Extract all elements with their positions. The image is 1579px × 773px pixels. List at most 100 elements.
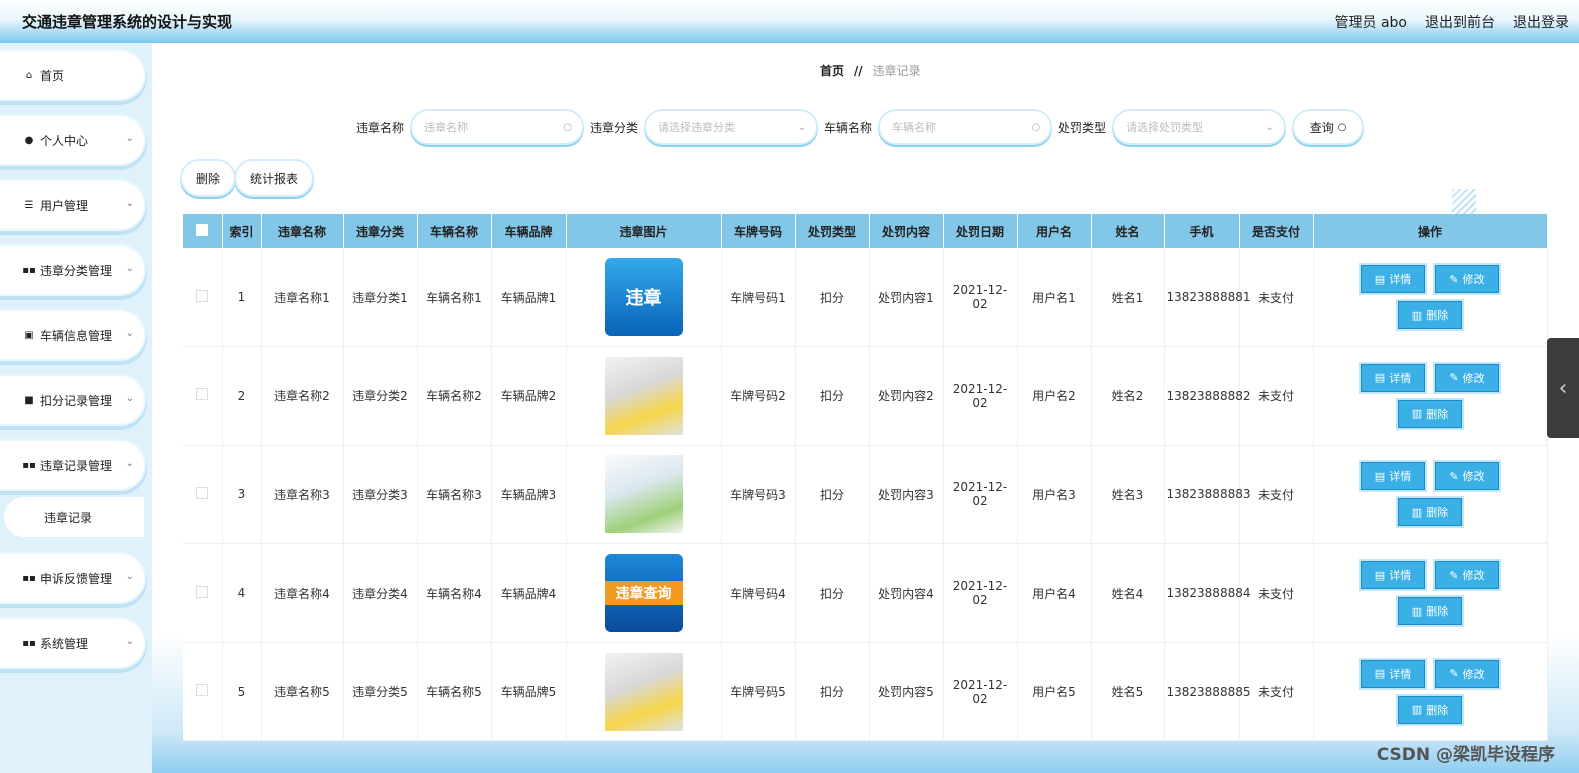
cell-paid: 未支付	[1239, 346, 1314, 446]
car-doc-icon: ▣	[24, 329, 34, 341]
trash-icon: ▥	[1411, 604, 1423, 618]
penalty-type-label: 处罚类型	[1058, 120, 1107, 135]
chevron-down-icon: ⌄	[797, 121, 807, 133]
sidebar-item-violation-category[interactable]: ▪▪ 违章分类管理 ⌄	[0, 246, 144, 294]
row-checkbox[interactable]	[183, 445, 223, 545]
logout-link[interactable]: 退出登录	[1513, 12, 1569, 32]
breadcrumb-home[interactable]: 首页	[820, 64, 844, 78]
batch-delete-button[interactable]: 删除	[182, 161, 235, 195]
cell-idx: 5	[222, 642, 262, 742]
violation-image[interactable]	[604, 455, 683, 534]
cell-date: 2021-12-02	[943, 346, 1018, 446]
cell-plate: 车牌号码1	[721, 248, 796, 348]
sidebar-item-user-management[interactable]: ☰ 用户管理 ⌄	[0, 181, 144, 229]
cell-pcontent: 处罚内容1	[869, 248, 944, 348]
cell-actions: ▤ 详情 ✎ 修改 ▥ 删除	[1313, 248, 1548, 348]
cell-date: 2021-12-02	[943, 248, 1018, 348]
breadcrumb-separator: //	[853, 64, 863, 78]
cell-ptype: 扣分	[795, 642, 870, 742]
decorative-stripes	[1452, 189, 1476, 215]
violation-category-select[interactable]: 请选择违章分类 ⌄	[646, 111, 817, 143]
delete-button[interactable]: ▥ 删除	[1398, 498, 1462, 527]
grid-icon: ▪▪	[22, 572, 36, 584]
watermark: CSDN @梁凯毕设程序	[1376, 745, 1555, 765]
cell-idx: 3	[222, 445, 262, 545]
detail-button-label: 详情	[1389, 470, 1412, 484]
cell-plate: 车牌号码4	[721, 543, 796, 643]
cell-phone: 13823888882	[1164, 346, 1250, 446]
delete-button[interactable]: ▥ 删除	[1398, 695, 1462, 724]
row-checkbox[interactable]	[183, 346, 223, 446]
detail-button[interactable]: ▤ 详情	[1361, 659, 1425, 688]
cell-ptype: 扣分	[795, 248, 870, 348]
sidebar-item-personal-center[interactable]: ● 个人中心 ⌄	[0, 116, 144, 164]
violation-image[interactable]	[604, 356, 683, 435]
detail-button[interactable]: ▤ 详情	[1361, 363, 1425, 392]
vehicle-name-field[interactable]: ○	[880, 111, 1051, 143]
sidebar-subitem-violation-record[interactable]: 违章记录	[4, 497, 144, 537]
doc-icon: ▤	[1374, 568, 1386, 582]
exit-to-front-link[interactable]: 退出到前台	[1425, 12, 1495, 32]
cell-car: 车辆名称2	[417, 346, 492, 446]
violation-image[interactable]: 违章查询	[604, 554, 683, 633]
cell-ptype: 扣分	[795, 445, 870, 545]
cell-actions: ▤ 详情 ✎ 修改 ▥ 删除	[1313, 346, 1548, 446]
edit-button[interactable]: ✎ 修改	[1435, 462, 1499, 491]
violation-name-field[interactable]: ○	[412, 111, 583, 143]
cell-date: 2021-12-02	[943, 543, 1018, 643]
cell-brand: 车辆品牌1	[491, 248, 567, 348]
table-row: 2 违章名称2 违章分类2 车辆名称2 车辆品牌2 车牌号码2 扣分 处罚内容2 2021-12…	[183, 346, 1548, 446]
cell-pcontent: 处罚内容2	[869, 346, 944, 446]
penalty-type-select[interactable]: 请选择处罚类型 ⌄	[1114, 111, 1285, 143]
chevron-down-icon: ⌄	[125, 393, 134, 404]
sidebar-item-deduction-records[interactable]: ■ 扣分记录管理 ⌄	[0, 376, 144, 424]
table-row: 3 违章名称3 违章分类3 车辆名称3 车辆品牌3 车牌号码3 扣分 处罚内容3 2021-12…	[183, 445, 1548, 545]
sidebar-item-home[interactable]: ⌂ 首页	[0, 51, 144, 99]
row-checkbox[interactable]	[183, 248, 223, 348]
doc-icon: ▤	[1374, 272, 1386, 286]
sidebar-item-appeal-feedback[interactable]: ▪▪ 申诉反馈管理 ⌄	[0, 554, 144, 602]
sidebar-item-vehicle-info[interactable]: ▣ 车辆信息管理 ⌄	[0, 311, 144, 359]
detail-button-label: 详情	[1389, 569, 1412, 583]
query-button[interactable]: 查询 ○	[1294, 111, 1363, 143]
cell-name: 违章名称1	[261, 248, 344, 348]
collapse-panel-tab[interactable]: ‹	[1547, 338, 1579, 438]
row-checkbox[interactable]	[183, 543, 223, 643]
delete-button[interactable]: ▥ 删除	[1398, 399, 1462, 428]
detail-button[interactable]: ▤ 详情	[1361, 561, 1425, 590]
select-all-checkbox[interactable]	[183, 214, 223, 248]
sidebar-item-label: 用户管理	[40, 198, 89, 213]
edit-button[interactable]: ✎ 修改	[1435, 363, 1499, 392]
sidebar-item-system-management[interactable]: ▪▪ 系统管理 ⌄	[0, 619, 144, 667]
cell-image: 违章查询	[566, 543, 722, 643]
column-header: 处罚类型	[795, 214, 870, 248]
cell-image	[566, 346, 722, 446]
cell-name: 违章名称2	[261, 346, 344, 446]
doc-icon: ▤	[1374, 469, 1386, 483]
cell-plate: 车牌号码5	[721, 642, 796, 742]
pencil-icon: ✎	[1449, 371, 1459, 385]
grid-icon: ▪▪	[22, 459, 36, 471]
edit-button[interactable]: ✎ 修改	[1435, 561, 1499, 590]
delete-button[interactable]: ▥ 删除	[1398, 597, 1462, 626]
sidebar-item-violation-records[interactable]: ▪▪ 违章记录管理 ⌄	[0, 441, 144, 489]
violation-name-input[interactable]	[424, 120, 545, 134]
chevron-left-icon: ‹	[1558, 375, 1568, 401]
violation-image[interactable]	[604, 652, 683, 731]
column-header: 姓名	[1091, 214, 1165, 248]
cell-date: 2021-12-02	[943, 642, 1018, 742]
detail-button[interactable]: ▤ 详情	[1361, 265, 1425, 294]
vehicle-name-input[interactable]	[892, 120, 1013, 134]
delete-button-label: 删除	[1426, 309, 1449, 323]
statistics-report-button[interactable]: 统计报表	[236, 161, 313, 195]
edit-button[interactable]: ✎ 修改	[1435, 659, 1499, 688]
trash-icon: ▥	[1411, 407, 1423, 421]
edit-button[interactable]: ✎ 修改	[1435, 265, 1499, 294]
row-checkbox[interactable]	[183, 642, 223, 742]
delete-button[interactable]: ▥ 删除	[1398, 301, 1462, 330]
admin-user-label[interactable]: 管理员 abo	[1335, 12, 1407, 32]
sliders-icon: ☰	[24, 199, 34, 211]
detail-button[interactable]: ▤ 详情	[1361, 462, 1425, 491]
trash-icon: ▥	[1411, 703, 1423, 717]
violation-image[interactable]: 违章	[604, 258, 683, 337]
